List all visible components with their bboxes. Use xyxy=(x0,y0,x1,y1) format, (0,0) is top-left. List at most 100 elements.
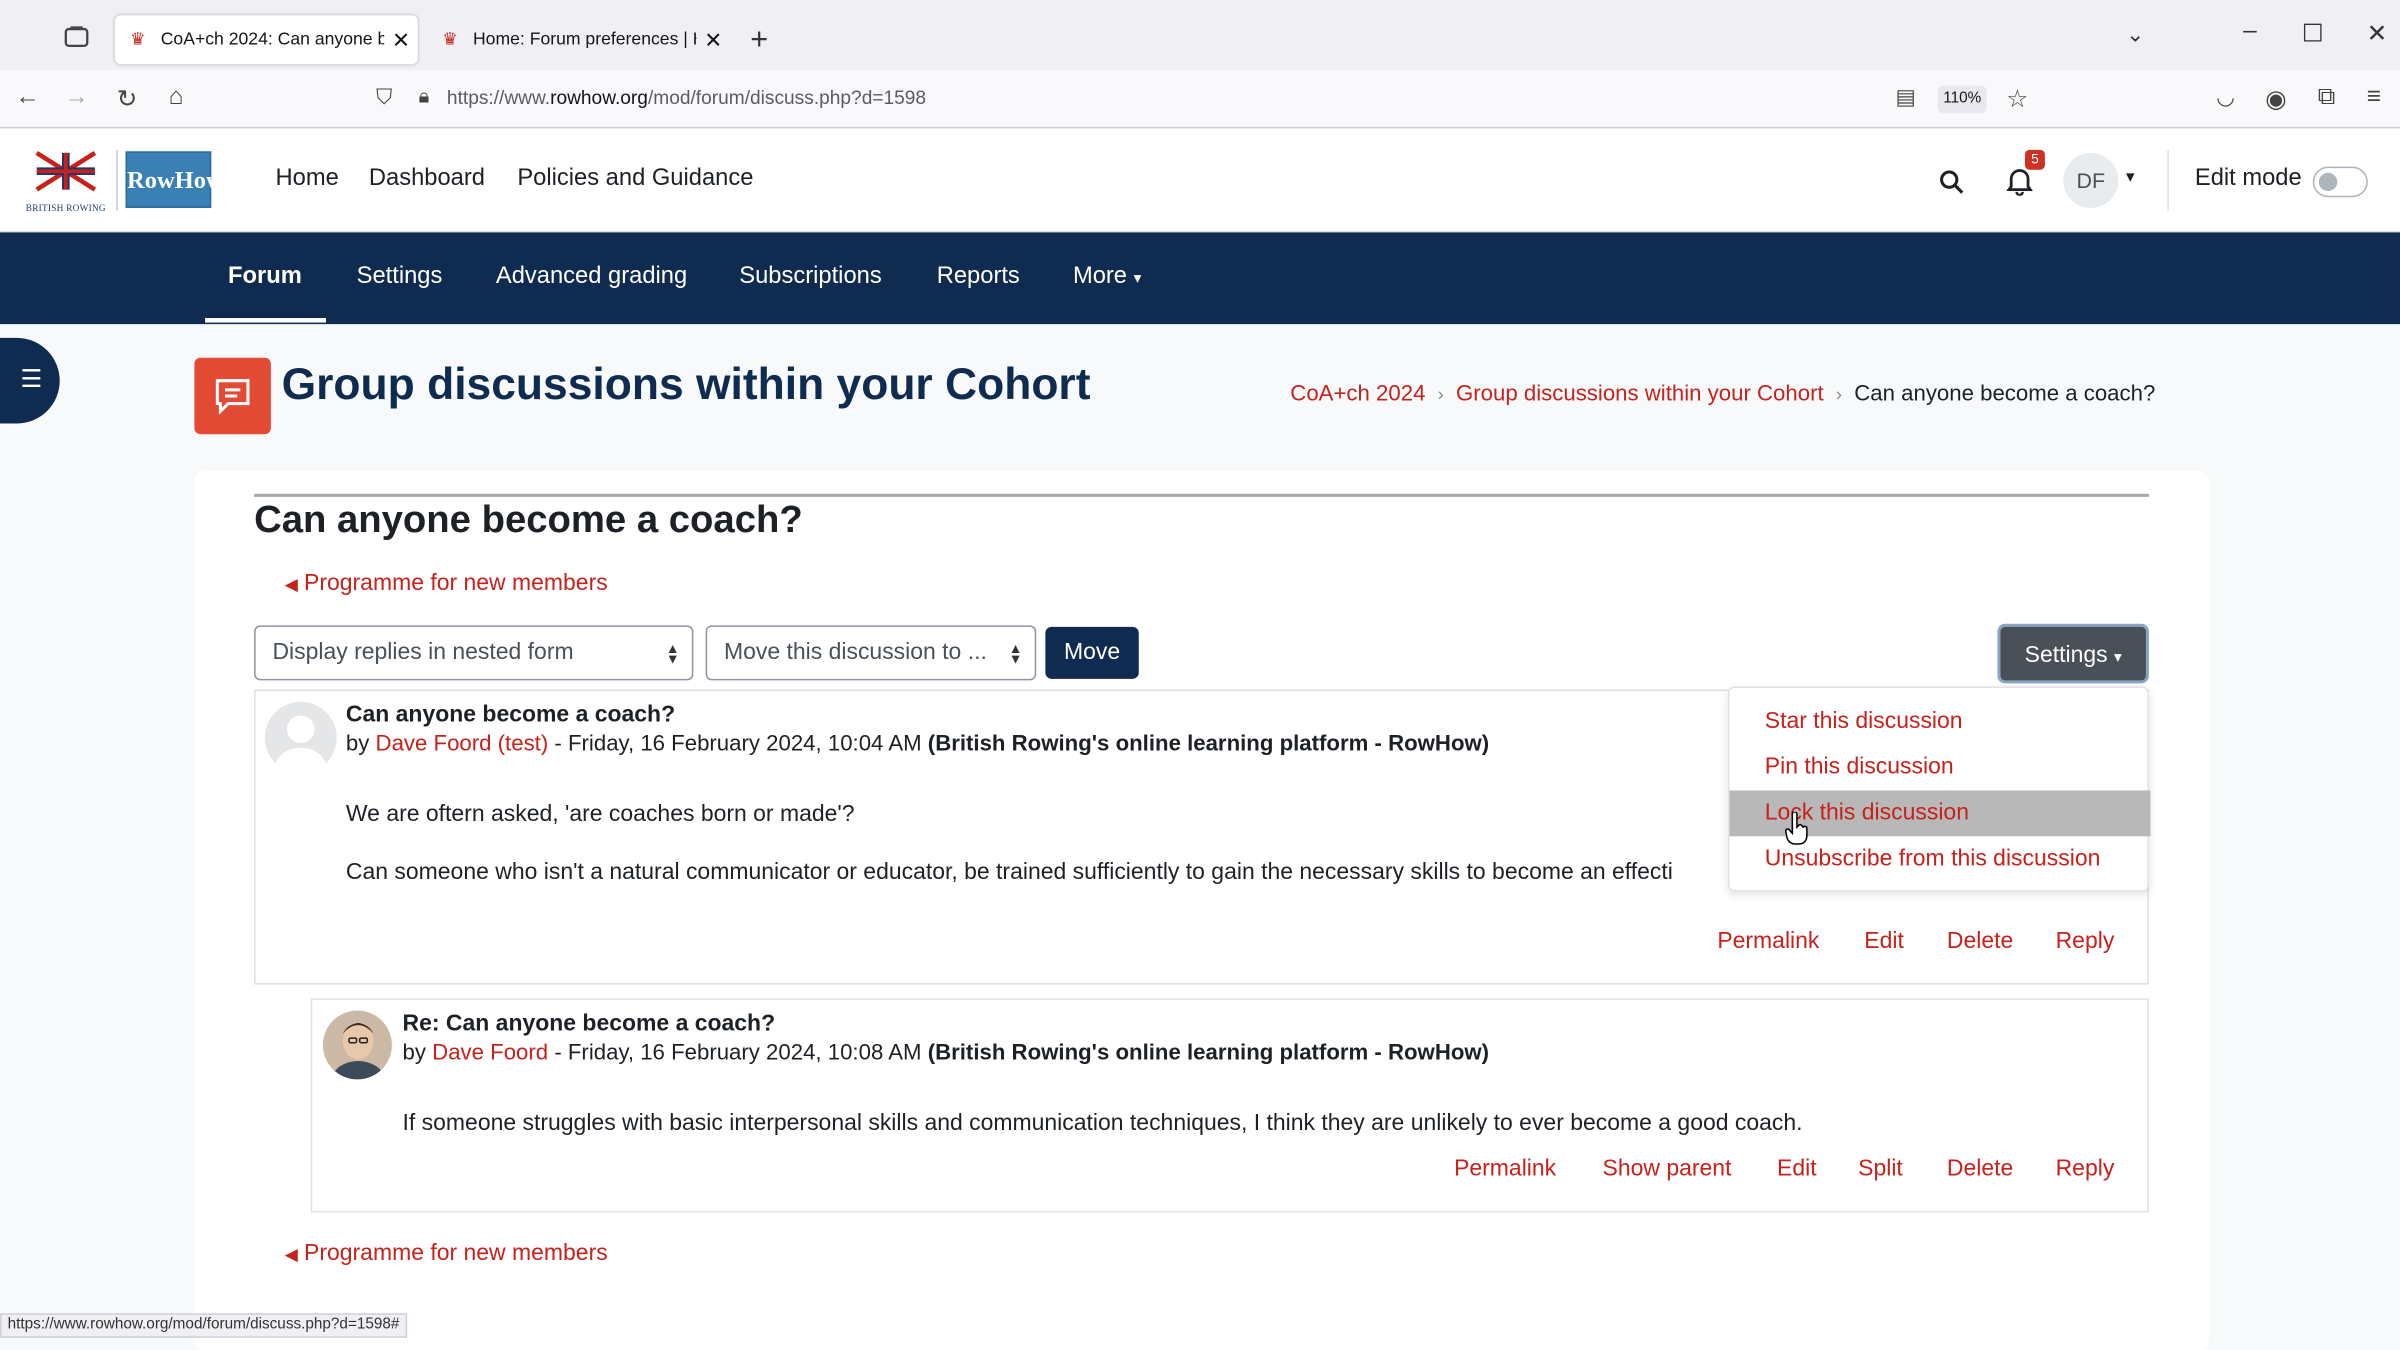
post-title[interactable]: Can anyone become a coach? xyxy=(346,702,675,728)
delete-link[interactable]: Delete xyxy=(1947,1156,2013,1182)
list-tabs-icon[interactable]: ⌄ xyxy=(2120,21,2151,47)
menu-item-pin[interactable]: Pin this discussion xyxy=(1730,745,2151,791)
tab-reports[interactable]: Reports xyxy=(937,263,1020,291)
reply-link[interactable]: Reply xyxy=(2056,1156,2115,1182)
logo-divider xyxy=(116,149,118,211)
post-date: - Friday, 16 February 2024, 10:08 AM xyxy=(554,1041,922,1066)
menu-icon[interactable]: ≡ xyxy=(2359,84,2390,112)
close-tab-icon[interactable]: ✕ xyxy=(384,27,418,53)
hand-pointer-cursor-icon xyxy=(1785,811,1809,846)
split-link[interactable]: Split xyxy=(1858,1156,1903,1182)
breadcrumb: CoA+ch 2024 › Group discussions within you… xyxy=(1290,382,2155,406)
course-index-drawer-button[interactable]: ☰ xyxy=(0,337,60,424)
browser-tab[interactable]: ♛ Home: Forum preferences | Ho ✕ xyxy=(427,15,730,64)
permalink-link[interactable]: Permalink xyxy=(1717,928,1819,954)
rowhow-favicon-icon: ♛ xyxy=(130,30,146,49)
rowhow-logo[interactable]: RowHow xyxy=(125,151,224,208)
zoom-level[interactable]: 110% xyxy=(1937,85,1987,114)
account-icon[interactable]: ◉ xyxy=(2261,84,2292,115)
tab-overview-icon[interactable] xyxy=(61,26,92,55)
select-arrows-icon: ▲ ▼ xyxy=(665,640,680,667)
post-byline: by Dave Foord - Friday, 16 February 2024… xyxy=(403,1041,1490,1065)
author-avatar[interactable] xyxy=(322,1010,392,1080)
minimize-icon[interactable]: – xyxy=(2235,18,2266,46)
post-date: - Friday, 16 February 2024, 10:04 AM xyxy=(554,732,922,757)
lock-icon[interactable]: 🔒︎ xyxy=(409,84,440,108)
tab-advanced-grading[interactable]: Advanced grading xyxy=(496,263,687,291)
post-title[interactable]: Re: Can anyone become a coach? xyxy=(403,1011,776,1037)
shield-icon[interactable]: ⛉ xyxy=(369,84,400,110)
move-button[interactable]: Move xyxy=(1045,626,1139,679)
back-arrow-icon: ◀ xyxy=(284,1246,298,1265)
post-author-link[interactable]: Dave Foord (test) xyxy=(376,732,549,756)
select-arrows-icon: ▲ ▼ xyxy=(1008,640,1023,667)
british-rowing-text: BRITISH ROWING xyxy=(25,204,106,215)
edit-mode-toggle[interactable] xyxy=(2312,166,2368,198)
post-byline: by Dave Foord (test) - Friday, 16 Februa… xyxy=(346,732,1489,756)
active-tab-indicator xyxy=(205,318,327,323)
nav-dashboard[interactable]: Dashboard xyxy=(369,165,485,193)
tab-more-label: More xyxy=(1072,262,1128,289)
search-icon[interactable] xyxy=(1939,170,1964,202)
bookmark-star-icon[interactable]: ☆ xyxy=(2002,84,2033,115)
site-header: BRITISH ROWING RowHow Home Dashboard Pol… xyxy=(0,128,2400,233)
home-icon[interactable]: ⌂ xyxy=(161,84,192,112)
nav-policies[interactable]: Policies and Guidance xyxy=(517,165,753,193)
user-menu-chevron-icon[interactable]: ▾ xyxy=(2126,167,2134,186)
show-parent-link[interactable]: Show parent xyxy=(1603,1156,1732,1182)
close-window-icon[interactable]: ✕ xyxy=(2362,18,2393,49)
tab-forum[interactable]: Forum xyxy=(228,263,302,291)
menu-item-star[interactable]: Star this discussion xyxy=(1730,699,2151,745)
bell-icon[interactable] xyxy=(2006,167,2034,204)
display-mode-select[interactable]: Display replies in nested form ▲ ▼ xyxy=(254,625,694,681)
back-arrow-icon: ◀ xyxy=(284,576,298,595)
tab-more[interactable]: More ▾ xyxy=(1073,263,1141,291)
extensions-icon[interactable]: ⧉ xyxy=(2311,84,2342,112)
permalink-link[interactable]: Permalink xyxy=(1454,1156,1556,1182)
maximize-icon[interactable]: ☐ xyxy=(2297,18,2328,49)
pocket-icon[interactable]: ◡ xyxy=(2210,84,2241,110)
url-bar[interactable]: https://www.rowhow.org/mod/forum/discuss… xyxy=(447,87,926,108)
post-group: (British Rowing's online learning platfo… xyxy=(927,1041,1490,1066)
tab-subscriptions[interactable]: Subscriptions xyxy=(739,263,881,291)
tab-title: CoA+ch 2024: Can anyone bec xyxy=(160,30,385,49)
edit-mode-label: Edit mode xyxy=(2194,165,2302,192)
breadcrumb-course[interactable]: CoA+ch 2024 xyxy=(1290,382,1425,406)
move-discussion-select[interactable]: Move this discussion to ... ▲ ▼ xyxy=(705,625,1037,681)
back-to-forum-link[interactable]: ◀ Programme for new members xyxy=(285,570,608,596)
rowhow-favicon-icon: ♛ xyxy=(442,30,458,49)
post-paragraph: Can someone who isn't a natural communic… xyxy=(345,859,1673,886)
default-avatar xyxy=(264,701,337,774)
post-author-link[interactable]: Dave Foord xyxy=(432,1041,548,1065)
reply-link[interactable]: Reply xyxy=(2056,928,2115,954)
browser-tab-bar: ♛ CoA+ch 2024: Can anyone bec ✕ ♛ Home: … xyxy=(0,0,2400,71)
forward-icon[interactable]: → xyxy=(61,84,92,112)
settings-dropdown-button[interactable]: Settings ▾ xyxy=(1997,623,2149,684)
back-to-forum-link-bottom[interactable]: ◀ Programme for new members xyxy=(285,1240,608,1266)
reload-icon[interactable]: ↻ xyxy=(112,84,143,115)
back-link-label: Programme for new members xyxy=(304,570,608,597)
reader-view-icon[interactable]: ▤ xyxy=(1890,84,1921,110)
breadcrumb-current: Can anyone become a coach? xyxy=(1854,382,2156,407)
settings-button-label: Settings xyxy=(2024,642,2108,669)
breadcrumb-separator-icon: › xyxy=(1835,383,1843,406)
breadcrumb-forum[interactable]: Group discussions within your Cohort xyxy=(1456,382,1824,406)
browser-tab-active[interactable]: ♛ CoA+ch 2024: Can anyone bec ✕ xyxy=(114,15,418,65)
delete-link[interactable]: Delete xyxy=(1947,928,2013,954)
close-tab-icon[interactable]: ✕ xyxy=(696,27,730,53)
post-group: (British Rowing's online learning platfo… xyxy=(927,732,1490,757)
title-divider xyxy=(254,493,2149,497)
british-rowing-logo[interactable]: BRITISH ROWING xyxy=(21,150,110,215)
back-icon[interactable]: ← xyxy=(12,84,43,112)
notification-count-badge: 5 xyxy=(2024,149,2045,170)
tab-settings[interactable]: Settings xyxy=(357,263,443,291)
new-tab-icon[interactable]: + xyxy=(744,23,775,58)
nav-home[interactable]: Home xyxy=(276,165,339,193)
url-prefix: https://www. xyxy=(446,87,551,109)
forum-icon xyxy=(194,357,271,435)
browser-nav-bar: ← → ↻ ⌂ ⛉ 🔒︎ https://www.rowhow.org/mod/… xyxy=(0,70,2400,129)
edit-link[interactable]: Edit xyxy=(1864,928,1904,954)
post-paragraph: If someone struggles with basic interper… xyxy=(402,1109,1803,1136)
user-avatar[interactable]: DF xyxy=(2063,152,2119,208)
edit-link[interactable]: Edit xyxy=(1777,1156,1817,1182)
